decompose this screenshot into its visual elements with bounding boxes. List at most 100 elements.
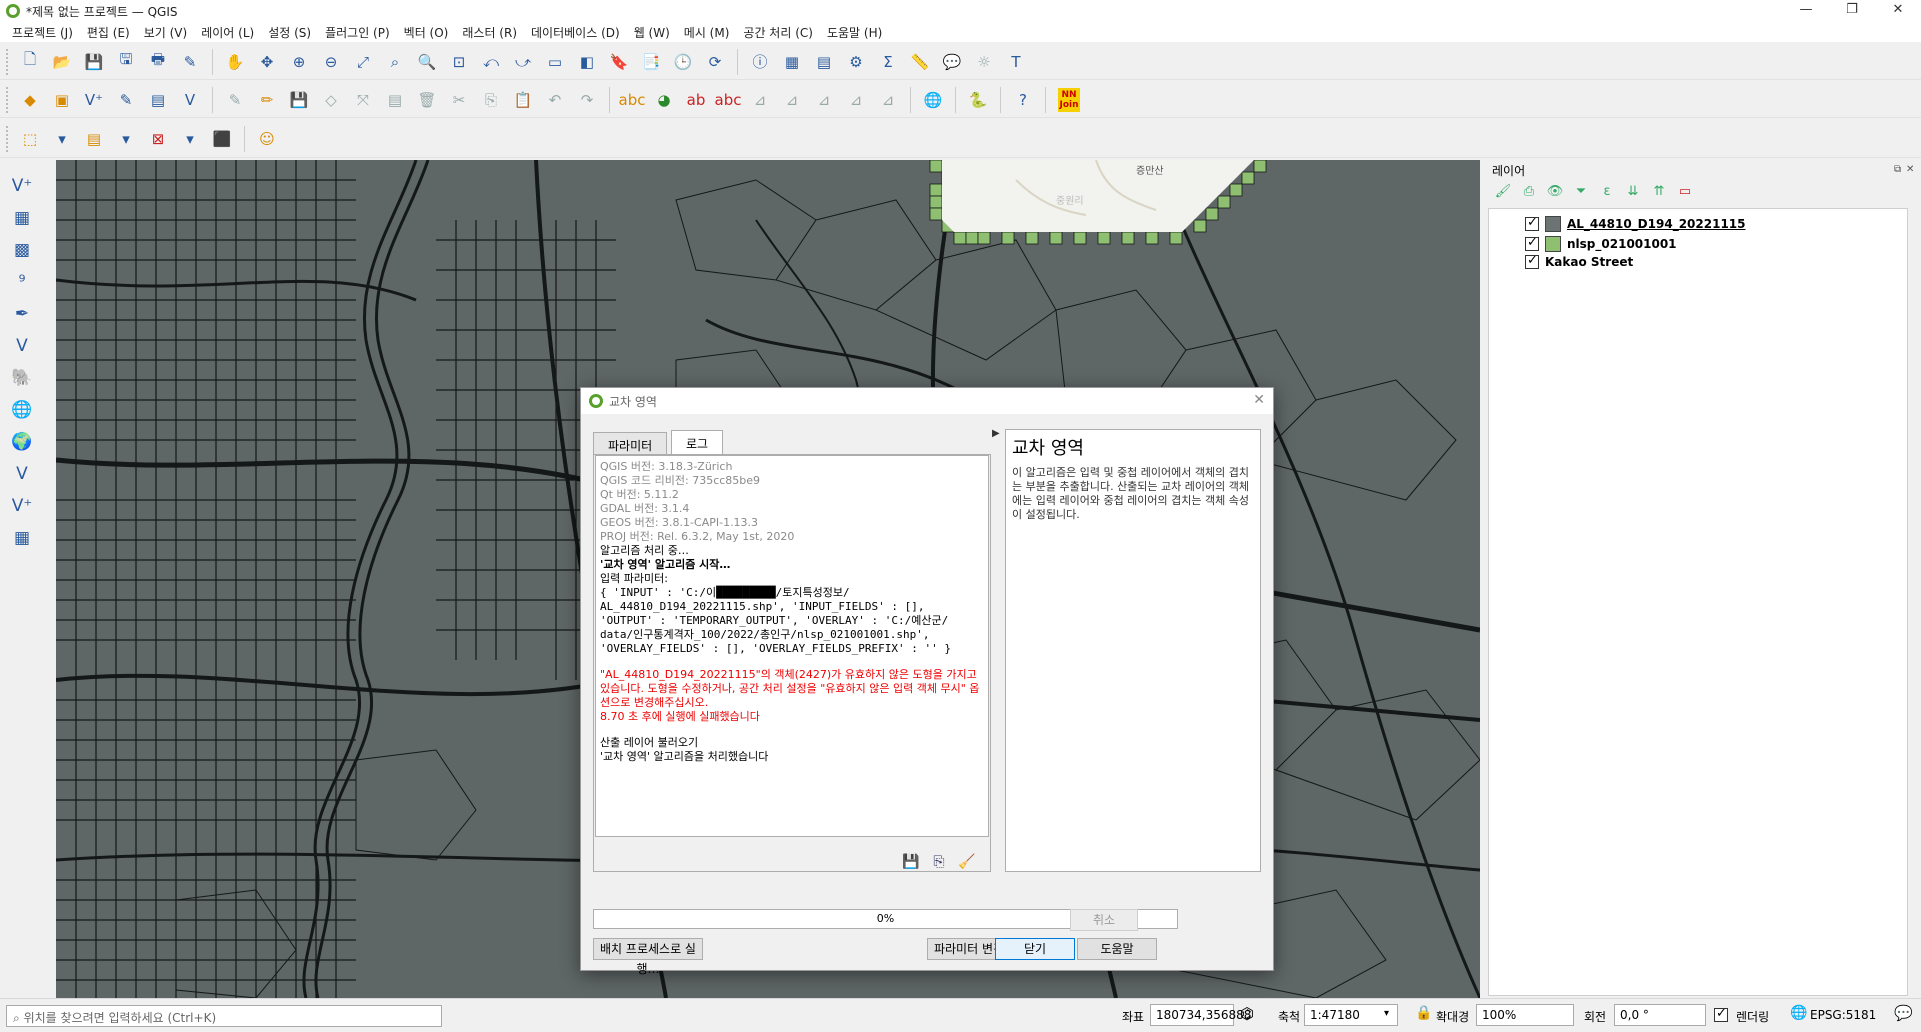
style-manager-icon[interactable]: ✎ bbox=[178, 50, 202, 74]
magnifier-spinbox[interactable]: 100% bbox=[1476, 1004, 1574, 1026]
save-as-icon[interactable]: 🖫 bbox=[114, 50, 138, 74]
select-by-value-dropdown-icon[interactable]: ▾ bbox=[114, 127, 138, 151]
menu-database[interactable]: 데이터베이스 (D) bbox=[527, 24, 630, 41]
new-project-icon[interactable]: 🗋 bbox=[18, 50, 42, 74]
attribute-table-icon[interactable]: ▦ bbox=[780, 50, 804, 74]
add-vector-layer-icon[interactable]: V⁺ bbox=[8, 176, 36, 202]
pan-icon[interactable]: ✋ bbox=[223, 50, 247, 74]
expand-all-icon[interactable]: ⇊ bbox=[1622, 184, 1644, 204]
menu-layer[interactable]: 레이어 (L) bbox=[197, 24, 264, 41]
layer-visibility-checkbox[interactable] bbox=[1525, 215, 1539, 231]
label-options-icon[interactable]: abc bbox=[619, 88, 646, 112]
add-vector-tile-icon[interactable]: V⁺ bbox=[8, 496, 36, 522]
tab-parameters[interactable]: 파라미터 bbox=[593, 432, 668, 456]
menu-mesh[interactable]: 메시 (M) bbox=[680, 24, 740, 41]
quickmapservices-icon[interactable]: 🌐 bbox=[921, 88, 945, 112]
crs-globe-icon[interactable]: 🌐 bbox=[1790, 1005, 1807, 1021]
close-panel-icon[interactable]: ✕ bbox=[1906, 164, 1914, 175]
toggle-editing-icon[interactable]: ✏ bbox=[255, 88, 279, 112]
identify-features-icon[interactable]: ⓘ bbox=[748, 50, 772, 74]
chevron-down-icon[interactable]: ▾ bbox=[1384, 1008, 1389, 1019]
toolbar-grip[interactable] bbox=[6, 125, 10, 152]
float-panel-icon[interactable]: ⧉ bbox=[1894, 164, 1901, 175]
toggle-extents-icon[interactable]: ⌬ bbox=[1240, 1004, 1254, 1023]
add-wms-icon[interactable]: 🌐 bbox=[8, 400, 36, 426]
processing-toolbox-icon[interactable]: ⚙ bbox=[844, 50, 868, 74]
layer-item-census-grid[interactable]: nlsp_021001001 bbox=[1525, 235, 1677, 253]
add-spatialite-icon[interactable]: ✒ bbox=[8, 304, 36, 330]
layer-visibility-checkbox[interactable] bbox=[1525, 253, 1539, 269]
layer-styling-icon[interactable]: 🖌 bbox=[1492, 184, 1514, 204]
add-group-icon[interactable]: ⎙ bbox=[1518, 184, 1540, 204]
minimize-button[interactable]: — bbox=[1783, 0, 1829, 22]
menu-help[interactable]: 도움말 (H) bbox=[823, 24, 892, 41]
show-bookmarks-icon[interactable]: 📑 bbox=[639, 50, 663, 74]
toolbar-grip[interactable] bbox=[6, 86, 10, 113]
log-output[interactable]: QGIS 버전: 3.18.3-Zürich QGIS 코드 리비전: 735c… bbox=[595, 455, 989, 837]
batch-process-button[interactable]: 배치 프로세스로 실행… bbox=[593, 938, 703, 976]
new-geopackage-icon[interactable]: ▣ bbox=[50, 88, 74, 112]
map-tips-icon[interactable]: 💬 bbox=[940, 50, 964, 74]
menu-settings[interactable]: 설정 (S) bbox=[264, 24, 321, 41]
zoom-out-icon[interactable]: ⊖ bbox=[319, 50, 343, 74]
new-temp-layer-icon[interactable]: ▤ bbox=[146, 88, 170, 112]
zoom-full-icon[interactable]: ⤢ bbox=[351, 50, 375, 74]
field-calculator-icon[interactable]: ▤ bbox=[812, 50, 836, 74]
zoom-next-icon[interactable]: ⤻ bbox=[511, 50, 535, 74]
zoom-native-icon[interactable]: ⊡ bbox=[447, 50, 471, 74]
select-dropdown-icon[interactable]: ▾ bbox=[50, 127, 74, 151]
crs-button[interactable]: EPSG:5181 bbox=[1810, 1008, 1876, 1022]
data-source-manager-icon[interactable]: ◆ bbox=[18, 88, 42, 112]
nnjoin-plugin-icon[interactable]: NN Join bbox=[1058, 87, 1080, 112]
manage-map-themes-icon[interactable]: 👁 bbox=[1544, 184, 1566, 204]
coordinate-field[interactable]: 180734,356888 bbox=[1150, 1004, 1251, 1026]
layer-item-kakao-street[interactable]: Kakao Street bbox=[1525, 253, 1633, 271]
print-layout-icon[interactable]: 🖶 bbox=[146, 50, 170, 74]
new-spatialite-icon[interactable]: ✎ bbox=[114, 88, 138, 112]
highlight-pinned-labels-icon[interactable]: ab bbox=[684, 88, 708, 112]
new-map-view-icon[interactable]: ▭ bbox=[543, 50, 567, 74]
zoom-in-icon[interactable]: ⊕ bbox=[287, 50, 311, 74]
open-project-icon[interactable]: 📂 bbox=[50, 50, 74, 74]
layer-item-parcels[interactable]: AL_44810_D194_20221115 bbox=[1525, 215, 1746, 233]
text-annotation-icon[interactable]: T bbox=[1004, 50, 1028, 74]
lock-scale-icon[interactable]: 🔒 bbox=[1415, 1005, 1432, 1021]
add-mesh-layer-icon[interactable]: ▩ bbox=[8, 240, 36, 266]
add-postgis-icon[interactable]: 🐘 bbox=[8, 368, 36, 394]
messages-icon[interactable]: 💬 bbox=[1894, 1004, 1913, 1022]
annotation-icon[interactable]: ☼ bbox=[972, 50, 996, 74]
select-location-icon[interactable]: ⬛ bbox=[210, 127, 234, 151]
toolbar-grip[interactable] bbox=[6, 48, 10, 75]
filter-legend-icon[interactable]: ⏷ bbox=[1570, 184, 1592, 204]
toggle-labels-icon[interactable]: abc bbox=[715, 88, 742, 112]
plugin-icon[interactable]: ☺ bbox=[255, 127, 279, 151]
close-window-button[interactable]: ✕ bbox=[1875, 0, 1921, 22]
menu-raster[interactable]: 래스터 (R) bbox=[458, 24, 527, 41]
menu-vector[interactable]: 벡터 (O) bbox=[400, 24, 459, 41]
render-checkbox[interactable] bbox=[1714, 1006, 1728, 1022]
menu-project[interactable]: 프로젝트 (J) bbox=[8, 24, 83, 41]
rotation-spinbox[interactable]: 0,0 ° bbox=[1614, 1004, 1706, 1026]
new-shapefile-icon[interactable]: V⁺ bbox=[82, 88, 106, 112]
add-raster-layer-icon[interactable]: ▦ bbox=[8, 208, 36, 234]
new-3d-view-icon[interactable]: ◧ bbox=[575, 50, 599, 74]
zoom-selection-icon[interactable]: ⌕ bbox=[383, 50, 407, 74]
menu-processing[interactable]: 공간 처리 (C) bbox=[739, 24, 823, 41]
deselect-all-icon[interactable]: ⊠ bbox=[146, 127, 170, 151]
add-wcs-icon[interactable]: V bbox=[8, 464, 36, 490]
filter-expression-icon[interactable]: ε bbox=[1596, 184, 1618, 204]
python-console-icon[interactable]: 🐍 bbox=[966, 88, 990, 112]
select-by-value-icon[interactable]: ▤ bbox=[82, 127, 106, 151]
help-button[interactable]: 도움말 bbox=[1077, 938, 1157, 960]
pan-to-selection-icon[interactable]: ✥ bbox=[255, 50, 279, 74]
save-log-icon[interactable]: 💾 bbox=[901, 854, 921, 872]
statistics-icon[interactable]: Σ bbox=[876, 50, 900, 74]
collapse-help-icon[interactable]: ▶ bbox=[992, 428, 1000, 439]
select-features-icon[interactable]: ⬚ bbox=[18, 127, 42, 151]
bookmark-icon[interactable]: 🔖 bbox=[607, 50, 631, 74]
menu-plugins[interactable]: 플러그인 (P) bbox=[321, 24, 400, 41]
add-virtual-layer-icon[interactable]: V bbox=[8, 336, 36, 362]
restore-button[interactable]: ❐ bbox=[1829, 0, 1875, 22]
measure-icon[interactable]: 📏 bbox=[908, 50, 932, 74]
cancel-button[interactable]: 취소 bbox=[1070, 909, 1138, 931]
